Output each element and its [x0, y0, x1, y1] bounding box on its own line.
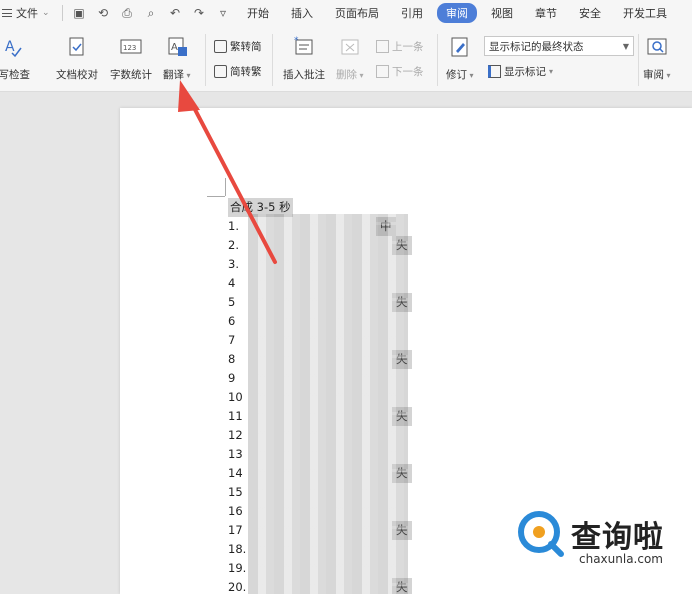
- redo-icon[interactable]: ↷: [191, 6, 207, 20]
- next-comment-button[interactable]: 下一条: [376, 64, 424, 79]
- tab-security[interactable]: 安全: [579, 5, 601, 21]
- word-count-button[interactable]: 123 字数统计: [110, 36, 152, 82]
- simp-to-trad-icon: [214, 65, 227, 78]
- spell-check-label: 拼写检查: [0, 69, 30, 81]
- tab-chapter[interactable]: 章节: [535, 5, 557, 21]
- watermark: 查询啦 chaxunla.com: [515, 508, 664, 566]
- watermark-url: chaxunla.com: [579, 552, 663, 566]
- divider: [62, 5, 63, 21]
- margin-marker: [207, 196, 225, 197]
- hamburger-icon: [2, 9, 12, 17]
- show-markup-label: 显示标记: [504, 66, 546, 78]
- svg-text:A: A: [171, 42, 178, 53]
- delete-comment-icon: [339, 36, 361, 58]
- translate-label: 翻译 ▾: [163, 69, 191, 81]
- file-menu-label: 文件: [16, 7, 38, 20]
- divider: [638, 34, 639, 86]
- review-pane-label: 审阅 ▾: [643, 69, 671, 81]
- tab-page-layout[interactable]: 页面布局: [335, 5, 379, 21]
- review-pane-button[interactable]: 审阅 ▾: [643, 36, 671, 82]
- tab-view[interactable]: 视图: [491, 5, 513, 21]
- tab-developer[interactable]: 开发工具: [623, 5, 667, 21]
- blurred-text-region: [248, 214, 408, 594]
- tab-home[interactable]: 开始: [247, 5, 269, 21]
- customize-chevron-icon[interactable]: ▿: [215, 6, 231, 20]
- tab-insert[interactable]: 插入: [291, 5, 313, 21]
- doc-proof-button[interactable]: 文档校对: [56, 36, 98, 82]
- insert-comment-icon: *: [293, 36, 315, 58]
- track-changes-button[interactable]: 修订 ▾: [446, 36, 474, 82]
- trad-to-simp-button[interactable]: 繁转简: [214, 39, 262, 54]
- divider: [272, 34, 273, 86]
- divider: [205, 34, 206, 86]
- simp-to-trad-label: 简转繁: [230, 66, 262, 78]
- translate-button[interactable]: A 翻译 ▾: [163, 36, 191, 82]
- chevron-down-icon: ▼: [622, 41, 629, 51]
- watermark-logo-icon: [518, 511, 564, 557]
- svg-text:A: A: [5, 39, 15, 55]
- prev-comment-button[interactable]: 上一条: [376, 39, 424, 54]
- chevron-down-icon: ▾: [549, 67, 554, 76]
- delete-comment-button[interactable]: 删除 ▾: [336, 36, 364, 82]
- trad-to-simp-icon: [214, 40, 227, 53]
- watermark-brand: 查询啦: [571, 520, 664, 555]
- next-comment-label: 下一条: [392, 66, 424, 78]
- print-icon[interactable]: ⎙: [119, 6, 135, 21]
- track-changes-label: 修订 ▾: [446, 69, 474, 81]
- quick-access-toolbar: ▣ ⟲ ⎙ ⌕ ↶ ↷ ▿: [71, 6, 231, 21]
- spell-check-button[interactable]: A 拼写检查: [0, 36, 30, 82]
- undo-icon[interactable]: ↶: [167, 6, 183, 20]
- simp-to-trad-button[interactable]: 简转繁: [214, 64, 262, 79]
- prev-comment-icon: [376, 40, 389, 53]
- show-markup-button[interactable]: 显示标记 ▾: [488, 64, 553, 79]
- format-painter-icon[interactable]: ⟲: [95, 6, 111, 20]
- markup-state-value: 显示标记的最终状态: [489, 40, 584, 53]
- menu-bar: 文件 ⌄ ▣ ⟲ ⎙ ⌕ ↶ ↷ ▿ 开始 插入 页面布局 引用 审阅 视图 章…: [0, 0, 692, 26]
- tab-review[interactable]: 审阅: [437, 3, 477, 23]
- trad-to-simp-label: 繁转简: [230, 41, 262, 53]
- next-comment-icon: [376, 65, 389, 78]
- word-count-icon: 123: [120, 36, 142, 58]
- save-icon[interactable]: ▣: [71, 6, 87, 20]
- track-changes-icon: [449, 36, 471, 58]
- review-pane-icon: [646, 36, 668, 58]
- spell-check-icon: A: [2, 36, 24, 58]
- tab-references[interactable]: 引用: [401, 5, 423, 21]
- markup-state-select[interactable]: 显示标记的最终状态 ▼: [484, 36, 634, 56]
- print-preview-icon[interactable]: ⌕: [143, 6, 159, 21]
- chevron-down-icon: ⌄: [42, 8, 50, 18]
- file-menu[interactable]: 文件 ⌄: [0, 5, 56, 21]
- insert-comment-label: 插入批注: [283, 69, 325, 81]
- ribbon-review: A 拼写检查 文档校对 123 字数统计 A 翻译 ▾ 繁转简 简转繁 * 插入…: [0, 26, 692, 92]
- word-count-label: 字数统计: [110, 69, 152, 81]
- doc-proof-icon: [66, 36, 88, 58]
- svg-text:*: *: [294, 36, 299, 46]
- delete-comment-label: 删除 ▾: [336, 69, 364, 81]
- insert-comment-button[interactable]: * 插入批注: [283, 36, 325, 82]
- svg-text:123: 123: [123, 44, 136, 52]
- translate-icon: A: [166, 36, 188, 58]
- show-markup-icon: [488, 65, 501, 78]
- prev-comment-label: 上一条: [392, 41, 424, 53]
- doc-proof-label: 文档校对: [56, 69, 98, 81]
- margin-marker: [225, 178, 226, 196]
- ribbon-tabs: 开始 插入 页面布局 引用 审阅 视图 章节 安全 开发工具: [247, 3, 689, 23]
- divider: [437, 34, 438, 86]
